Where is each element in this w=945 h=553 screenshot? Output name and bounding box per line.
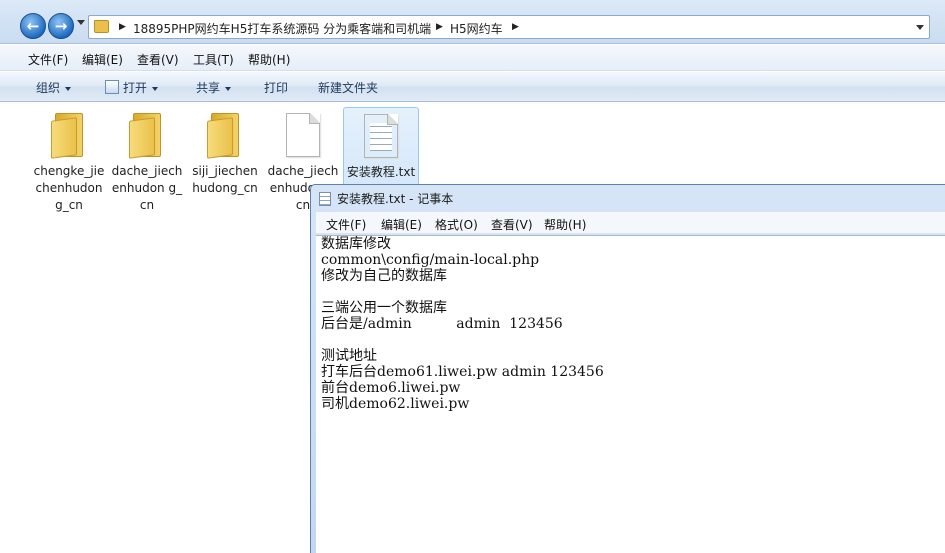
back-arrow-icon: ← [26, 17, 40, 35]
menu-view[interactable]: 查看(V) [137, 51, 179, 68]
text-line: 三端公用一个数据库 [321, 300, 447, 316]
text-line: 数据库修改 [321, 236, 391, 252]
breadcrumb-separator-icon[interactable]: ▶ [436, 22, 443, 32]
text-line: common\config/main-local.php [321, 252, 540, 268]
share-label: 共享 [196, 81, 221, 95]
notepad-menu-format[interactable]: 格式(O) [435, 216, 478, 233]
new-folder-button[interactable]: 新建文件夹 [318, 79, 378, 96]
file-label: chengke_jiechenhudong_cn [33, 164, 105, 212]
file-label: dache_jiechenhudon g_cn [111, 164, 183, 212]
notepad-menu-bar: 文件(F) 编辑(E) 格式(O) 查看(V) 帮助(H) [316, 212, 945, 234]
text-line: 前台demo6.liwei.pw [321, 380, 461, 396]
window-title: 安装教程.txt - 记事本 [337, 192, 454, 206]
folder-icon [207, 113, 243, 159]
share-button[interactable]: 共享 [196, 79, 232, 96]
breadcrumb-separator-icon[interactable]: ▶ [512, 22, 519, 32]
folder-icon [94, 20, 109, 33]
chevron-down-icon[interactable] [916, 25, 924, 30]
text-line [321, 284, 945, 300]
file-label: 安装教程.txt [346, 165, 416, 179]
menu-tools[interactable]: 工具(T) [193, 51, 234, 68]
open-button[interactable]: 打开 [105, 79, 159, 96]
menu-edit[interactable]: 编辑(E) [82, 51, 123, 68]
recent-pages-dropdown-icon[interactable] [77, 20, 85, 25]
organize-button[interactable]: 组织 [36, 79, 72, 96]
file-label: siji_jiechenhudong_cn [192, 164, 258, 195]
file-item-dache-folder[interactable]: dache_jiechenhudon g_cn [109, 107, 185, 219]
back-button[interactable]: ← [20, 13, 46, 39]
notepad-icon [319, 192, 331, 206]
forward-arrow-icon: → [54, 17, 68, 35]
file-item-chengke[interactable]: chengke_jiechenhudong_cn [31, 107, 107, 219]
notepad-title-bar[interactable]: 安装教程.txt - 记事本 [319, 190, 453, 208]
organize-label: 组织 [36, 81, 61, 95]
print-button[interactable]: 打印 [264, 79, 288, 96]
file-item-siji[interactable]: siji_jiechenhudong_cn [187, 107, 263, 219]
open-label: 打开 [123, 81, 148, 95]
text-line: 司机demo62.liwei.pw [321, 396, 470, 412]
explorer-menu-bar: 文件(F) 编辑(E) 查看(V) 工具(T) 帮助(H) [0, 45, 945, 71]
breadcrumb-parent[interactable]: 18895PHP网约车H5打车系统源码 分为乘客端和司机端 [133, 20, 431, 37]
notepad-menu-file[interactable]: 文件(F) [326, 216, 366, 233]
notepad-menu-view[interactable]: 查看(V) [491, 216, 533, 233]
chevron-down-icon [65, 86, 72, 91]
menu-file[interactable]: 文件(F) [28, 51, 68, 68]
breadcrumb-separator-icon[interactable]: ▶ [119, 22, 126, 32]
text-line: 打车后台demo61.liwei.pw admin 123456 [321, 364, 604, 380]
text-file-icon [364, 114, 398, 158]
command-bar: 组织 打开 共享 打印 新建文件夹 [0, 72, 945, 102]
forward-button[interactable]: → [48, 13, 74, 39]
open-icon [105, 80, 119, 94]
folder-icon [51, 113, 87, 159]
breadcrumb-current[interactable]: H5网约车 [450, 20, 503, 37]
blank-file-icon [286, 113, 320, 157]
menu-help[interactable]: 帮助(H) [248, 51, 290, 68]
notepad-menu-edit[interactable]: 编辑(E) [381, 216, 422, 233]
notepad-menu-help[interactable]: 帮助(H) [544, 216, 586, 233]
chevron-down-icon [152, 86, 159, 91]
notepad-window[interactable]: 安装教程.txt - 记事本 文件(F) 编辑(E) 格式(O) 查看(V) 帮… [310, 184, 945, 553]
text-line [321, 332, 945, 348]
chevron-down-icon [225, 86, 232, 91]
address-bar-row: ← → ▶ 18895PHP网约车H5打车系统源码 分为乘客端和司机端 ▶ H5… [0, 0, 945, 44]
text-line: 测试地址 [321, 348, 377, 364]
notepad-text-area[interactable]: 数据库修改 common\config/main-local.php 修改为自己… [316, 235, 945, 553]
address-bar[interactable]: ▶ 18895PHP网约车H5打车系统源码 分为乘客端和司机端 ▶ H5网约车 … [88, 15, 930, 39]
text-line: 后台是/admin admin 123456 [321, 316, 563, 332]
folder-icon [129, 113, 165, 159]
text-line: 修改为自己的数据库 [321, 268, 447, 284]
